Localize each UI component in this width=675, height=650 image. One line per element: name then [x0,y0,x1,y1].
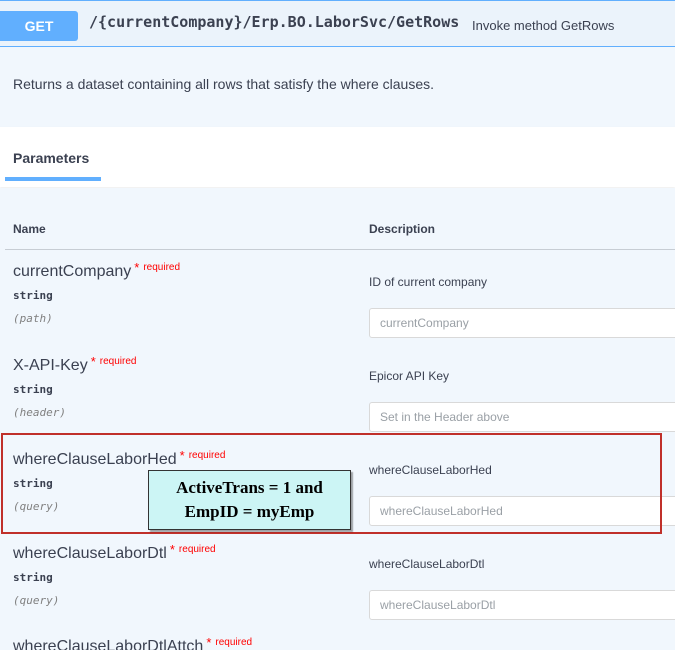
parameter-name: X-API-Key * required [13,354,136,375]
header-divider [5,249,675,250]
parameter-name: whereClauseLaborDtl * required [13,542,216,563]
endpoint-description: Returns a dataset containing all rows th… [13,76,434,92]
required-label: required [215,637,253,648]
current-company-input[interactable] [369,308,675,338]
parameter-name: whereClauseLaborDtlAttch * required [13,635,252,650]
where-clause-labor-dtl-input[interactable] [369,590,675,620]
required-label: required [143,262,181,273]
annotation-line-2: EmpID = myEmp [184,502,315,521]
column-header-description: Description [369,222,436,236]
required-star: * [90,354,96,369]
method-badge[interactable]: GET [0,11,78,41]
parameter-type: string [13,289,53,302]
parameters-header [0,127,675,187]
api-key-input[interactable] [369,402,675,432]
tab-active-indicator [5,177,101,181]
operation-summary[interactable]: GET /{currentCompany}/Erp.BO.LaborSvc/Ge… [0,0,675,47]
endpoint-summary: Invoke method GetRows [472,18,615,33]
required-star: * [206,635,212,650]
parameter-name: currentCompany * required [13,260,180,281]
required-star: * [134,260,140,275]
parameter-type: string [13,383,53,396]
parameter-location: (path) [13,312,53,325]
required-label: required [178,544,216,555]
parameter-description: Epicor API Key [369,369,450,383]
tab-parameters[interactable]: Parameters [13,150,89,166]
endpoint-path[interactable]: /{currentCompany}/Erp.BO.LaborSvc/GetRow… [89,13,459,31]
parameter-location: (query) [13,594,60,607]
required-star: * [169,542,175,557]
parameter-name-text: currentCompany [13,263,132,280]
parameter-name-text: whereClauseLaborDtl [13,545,167,562]
parameter-location: (header) [13,406,66,419]
parameter-type: string [13,571,53,584]
parameter-name-text: X-API-Key [13,357,88,374]
annotation-line-1: ActiveTrans = 1 and [176,478,323,497]
annotation-callout: ActiveTrans = 1 and EmpID = myEmp [148,470,351,530]
required-label: required [99,356,137,367]
column-header-name: Name [13,222,46,236]
parameter-description: whereClauseLaborDtl [369,557,485,571]
parameter-name-text: whereClauseLaborDtlAttch [13,638,204,650]
parameter-description: ID of current company [369,275,488,289]
